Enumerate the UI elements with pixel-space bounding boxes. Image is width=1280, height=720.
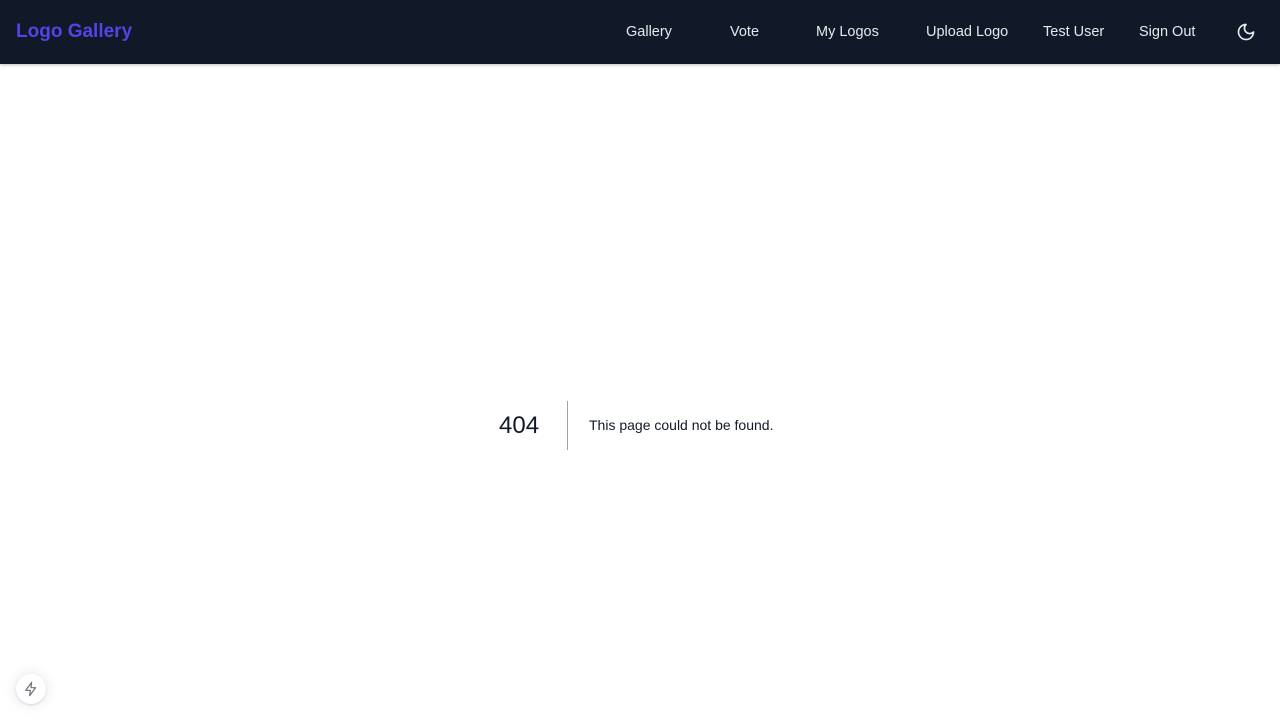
- error-message: This page could not be found.: [589, 417, 774, 433]
- nav-link-user-profile[interactable]: Test User: [1043, 0, 1104, 64]
- moon-icon: [1237, 23, 1255, 41]
- nav-link-gallery[interactable]: Gallery: [626, 0, 672, 64]
- brand-logo-link[interactable]: Logo Gallery: [16, 0, 132, 64]
- lightning-bolt-icon: [25, 681, 37, 697]
- nav-link-vote[interactable]: Vote: [730, 0, 759, 64]
- theme-toggle-button[interactable]: [1234, 20, 1258, 44]
- error-code: 404: [499, 412, 540, 439]
- error-divider: [567, 401, 568, 450]
- nav-link-my-logos[interactable]: My Logos: [816, 0, 879, 64]
- nav-link-upload-logo[interactable]: Upload Logo: [926, 0, 1008, 64]
- error-block: 404 This page could not be found.: [0, 401, 1280, 450]
- top-navbar: Logo Gallery Gallery Vote My Logos Uploa…: [0, 0, 1280, 64]
- dev-tools-indicator-button[interactable]: [16, 674, 46, 704]
- sign-out-button[interactable]: Sign Out: [1139, 0, 1195, 64]
